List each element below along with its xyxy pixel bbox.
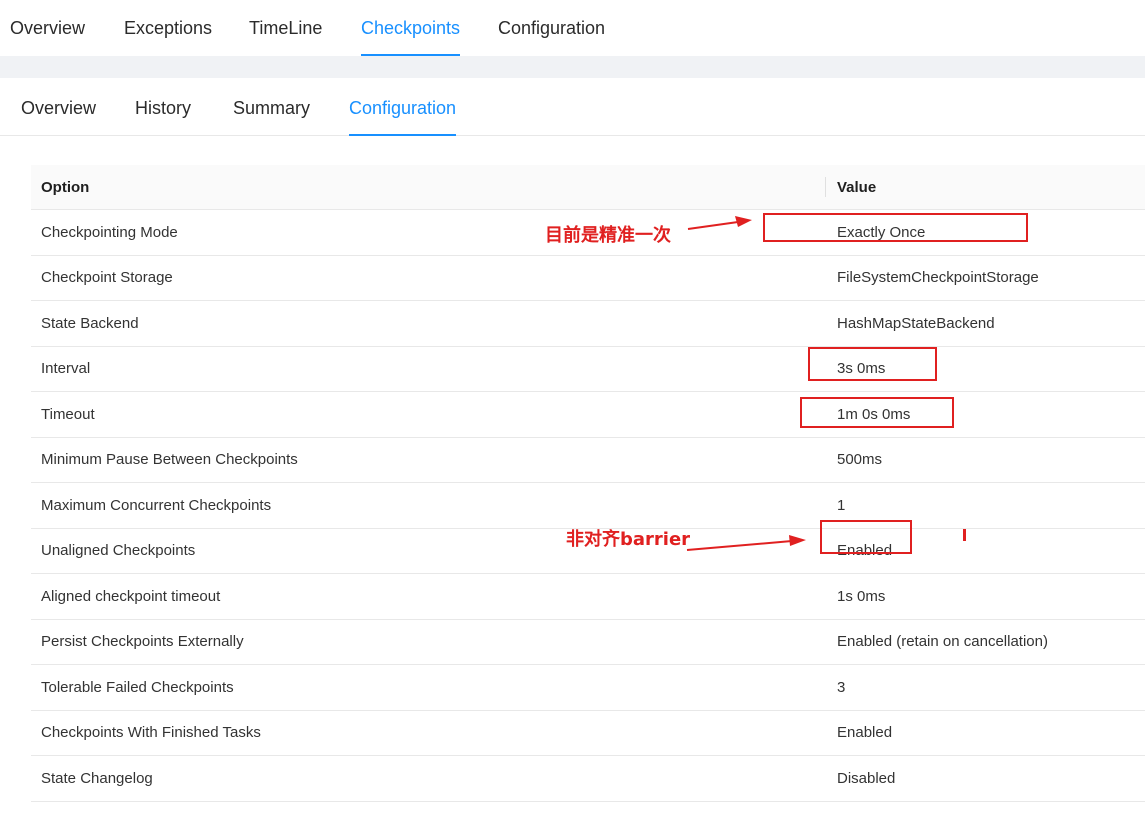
page: Overview Exceptions TimeLine Checkpoints…	[0, 0, 1145, 820]
arrow-line-mode	[687, 221, 739, 230]
arrow-head-unaligned	[789, 535, 806, 546]
annotation-arrows	[686, 216, 806, 551]
arrow-line-unaligned	[686, 540, 793, 551]
arrow-head-mode	[735, 216, 752, 227]
